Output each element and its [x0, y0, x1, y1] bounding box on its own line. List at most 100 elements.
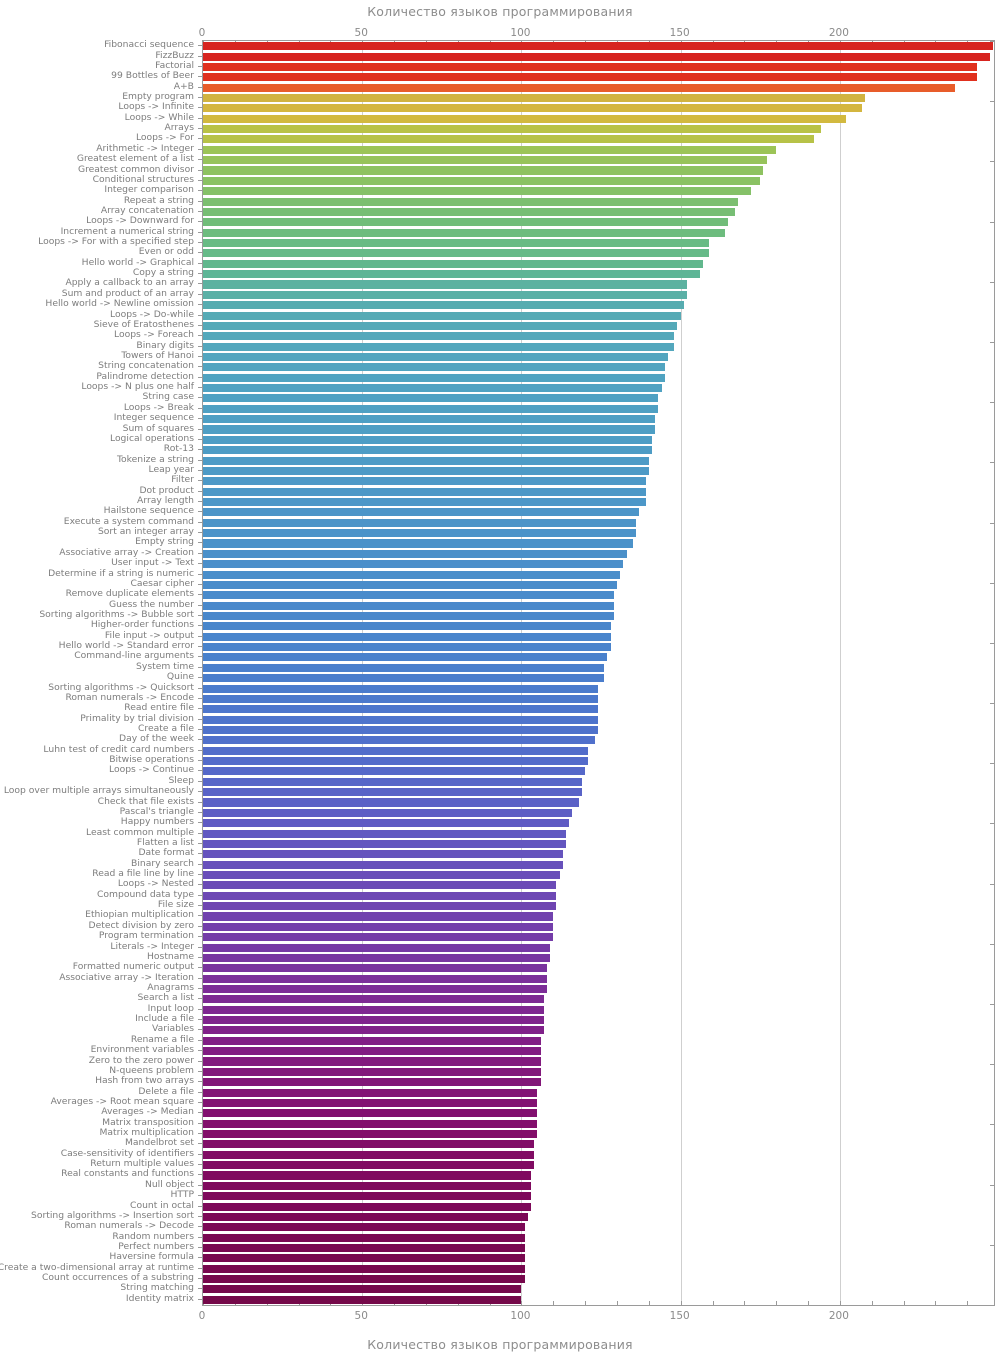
bar-fill: [203, 435, 652, 444]
bar-fill: [203, 135, 815, 144]
bar: [203, 218, 729, 227]
bar: [203, 487, 646, 496]
bar-fill: [203, 1264, 525, 1273]
bar: [203, 518, 637, 527]
bar: [203, 1254, 525, 1263]
bar-fill: [203, 1088, 538, 1097]
bar: [203, 197, 738, 206]
bar: [203, 694, 598, 703]
bar: [203, 466, 649, 475]
y-axis-label: Sorting algorithms -> Insertion sort: [31, 1209, 194, 1221]
bar: [203, 446, 652, 455]
y-axis-label: Sieve of Eratosthenes: [93, 318, 194, 330]
bar-fill: [203, 1016, 544, 1025]
y-axis-label: Hash from two arrays: [95, 1075, 194, 1087]
y-axis-label: Hello world -> Newline omission: [45, 298, 194, 310]
bar: [203, 342, 675, 351]
bar: [203, 674, 605, 683]
bar: [203, 757, 589, 766]
bar: [203, 839, 567, 848]
bar-fill: [203, 601, 614, 610]
y-axis-label: Repeat a string: [123, 194, 194, 206]
bar: [203, 73, 977, 82]
bar-fill: [203, 964, 547, 973]
bar-fill: [203, 1047, 541, 1056]
y-axis-label: File size: [157, 899, 194, 911]
y-axis-label: Greatest element of a list: [76, 153, 194, 165]
bar: [203, 498, 646, 507]
y-axis-label: FizzBuzz: [155, 49, 194, 61]
bar-fill: [203, 1212, 528, 1221]
y-axis-label: Copy a string: [132, 267, 194, 279]
y-axis-label: Remove duplicate elements: [65, 588, 194, 600]
bar: [203, 62, 977, 71]
bar: [203, 1233, 525, 1242]
y-axis-label: String concatenation: [98, 360, 194, 372]
bar-fill: [203, 798, 579, 807]
bar: [203, 870, 560, 880]
bar: [203, 715, 598, 724]
bar: [203, 1212, 528, 1221]
bar: [203, 311, 681, 320]
y-axis-label: Read a file line by line: [92, 868, 194, 880]
bar-fill: [203, 705, 598, 714]
bar-fill: [203, 1098, 538, 1107]
bar-fill: [203, 808, 573, 817]
bar-fill: [203, 1140, 535, 1149]
y-axis-label: Higher-order functions: [90, 619, 194, 631]
bar-fill: [203, 674, 605, 683]
y-axis-label: Array length: [137, 495, 194, 507]
y-axis-label: Determine if a string is numeric: [48, 567, 194, 579]
bar: [203, 384, 662, 393]
bar-fill: [203, 259, 703, 268]
bar: [203, 1171, 531, 1180]
y-axis-label: Execute a system command: [63, 515, 194, 527]
bar-fill: [203, 539, 633, 548]
bar-fill: [203, 498, 646, 507]
y-axis-label: Fibonacci sequence: [104, 39, 194, 51]
bar: [203, 425, 656, 434]
y-axis-label: Least common multiple: [85, 826, 194, 838]
y-axis-label: Environment variables: [90, 1044, 194, 1056]
bar: [203, 52, 990, 61]
bar: [203, 902, 557, 911]
bar-fill: [203, 1005, 544, 1014]
bar: [203, 332, 675, 341]
bar: [203, 508, 640, 517]
bar: [203, 259, 703, 268]
bar: [203, 777, 582, 786]
bar-fill: [203, 518, 637, 527]
bar-fill: [203, 1057, 541, 1066]
bar: [203, 125, 821, 134]
bar: [203, 207, 735, 216]
bar: [203, 653, 608, 662]
bar-fill: [203, 1026, 544, 1035]
bar-fill: [203, 145, 777, 154]
bar-fill: [203, 922, 554, 931]
bar: [203, 404, 659, 413]
bar-fill: [203, 197, 738, 206]
bar-fill: [203, 404, 659, 413]
bar-fill: [203, 591, 614, 600]
y-axis-label: Greatest common divisor: [77, 163, 194, 175]
y-axis-label: Loops -> Infinite: [118, 101, 194, 113]
bar-fill: [203, 632, 611, 641]
bar-fill: [203, 301, 684, 310]
bar: [203, 42, 993, 51]
bar: [203, 1202, 531, 1211]
y-axis-label: Hello world -> Standard error: [58, 640, 194, 652]
y-axis-label: Pascal's triangle: [119, 805, 194, 817]
bar: [203, 228, 726, 237]
bar: [203, 995, 544, 1004]
bar-fill: [203, 42, 993, 51]
bar: [203, 1016, 544, 1025]
y-axis-label: Associative array -> Iteration: [59, 971, 194, 983]
y-axis-label: Sorting algorithms -> Bubble sort: [39, 609, 194, 621]
bar: [203, 808, 573, 817]
bar-fill: [203, 342, 675, 351]
bar-fill: [203, 1078, 541, 1087]
bar: [203, 953, 551, 962]
bar: [203, 1285, 522, 1294]
y-axis-label: Sum of squares: [122, 422, 194, 434]
bar-fill: [203, 611, 614, 621]
